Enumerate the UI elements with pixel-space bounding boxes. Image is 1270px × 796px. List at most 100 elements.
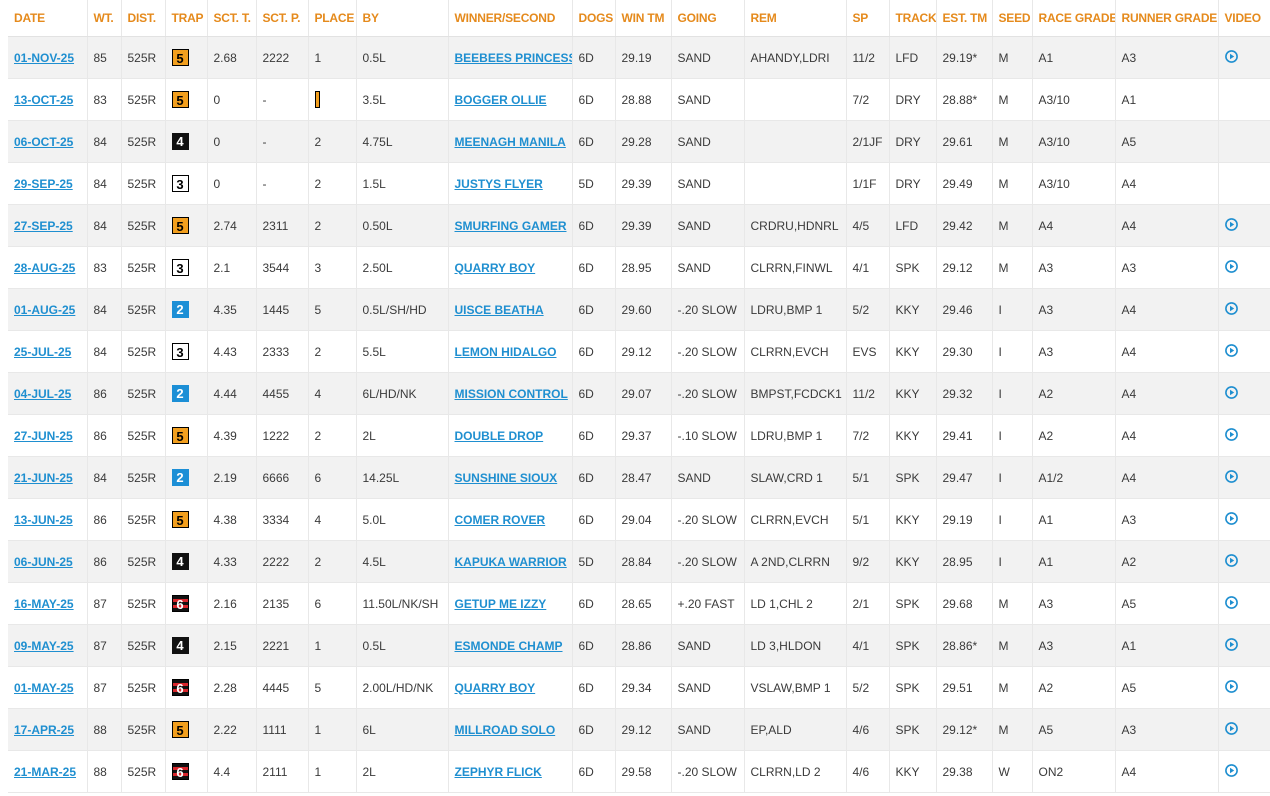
play-video-icon[interactable] — [1224, 679, 1238, 696]
cell-wt: 84 — [86, 330, 121, 373]
cell-win-tm: 28.86 — [614, 624, 671, 667]
play-video-icon[interactable] — [1224, 259, 1238, 276]
winner-link[interactable]: ESMONDE CHAMP — [455, 639, 563, 653]
cell-win-tm: 29.39 — [614, 162, 671, 205]
cell-by: 3.5L — [355, 78, 448, 121]
cell-wt: 84 — [86, 288, 121, 331]
play-video-icon[interactable] — [1224, 217, 1238, 234]
winner-link[interactable]: QUARRY BOY — [455, 681, 536, 695]
cell-track: SPK — [888, 456, 936, 499]
race-date-link[interactable]: 04-JUL-25 — [14, 387, 71, 401]
column-header-place: PLACE — [307, 0, 356, 37]
winner-link[interactable]: BOGGER OLLIE — [455, 93, 547, 107]
cell-rem — [743, 162, 846, 205]
cell-race-grade: A3 — [1031, 288, 1115, 331]
play-video-icon[interactable] — [1224, 469, 1238, 486]
cell-track: DRY — [888, 120, 936, 163]
cell-est-tm: 29.30 — [935, 330, 992, 373]
winner-link[interactable]: SUNSHINE SIOUX — [455, 471, 558, 485]
cell-race-grade: A3 — [1031, 246, 1115, 289]
race-date-link[interactable]: 28-AUG-25 — [14, 261, 75, 275]
cell-going: SAND — [670, 456, 744, 499]
cell-video — [1217, 750, 1270, 793]
cell-winner: SUNSHINE SIOUX — [447, 456, 572, 499]
race-date-link[interactable]: 06-OCT-25 — [14, 135, 73, 149]
race-date-link[interactable]: 27-SEP-25 — [14, 219, 73, 233]
race-date-link[interactable]: 13-JUN-25 — [14, 513, 73, 527]
cell-rem — [743, 120, 846, 163]
cell-est-tm: 28.88* — [935, 78, 992, 121]
cell-going: SAND — [670, 120, 744, 163]
play-video-icon[interactable] — [1224, 301, 1238, 318]
cell-video — [1217, 204, 1270, 247]
column-header-runner-grade: RUNNER GRADE — [1114, 0, 1218, 37]
table-row: 01-NOV-25 85 525R 5 2.68 2222 1 0.5L BEEBEES PRI… — [8, 36, 1270, 79]
cell-sct-p: 2333 — [255, 330, 308, 373]
cell-sct-p: - — [255, 78, 308, 121]
cell-win-tm: 29.07 — [614, 372, 671, 415]
cell-by: 0.50L — [355, 204, 448, 247]
cell-rem: CLRRN,FINWL — [743, 246, 846, 289]
table-row: 04-JUL-25 86 525R 2 4.44 4455 4 6L/HD/NK MISSION… — [8, 372, 1270, 415]
play-video-icon[interactable] — [1224, 49, 1238, 66]
play-video-icon[interactable] — [1224, 721, 1238, 738]
race-date-link[interactable]: 29-SEP-25 — [14, 177, 73, 191]
play-video-icon[interactable] — [1224, 511, 1238, 528]
cell-date: 01-AUG-25 — [8, 288, 87, 331]
winner-link[interactable]: JUSTYS FLYER — [455, 177, 543, 191]
winner-link[interactable]: COMER ROVER — [455, 513, 546, 527]
play-video-icon[interactable] — [1224, 763, 1238, 780]
winner-link[interactable]: SMURFING GAMER — [455, 219, 567, 233]
play-video-icon[interactable] — [1224, 343, 1238, 360]
winner-link[interactable]: BEEBEES PRINCESS — [455, 51, 573, 65]
winner-link[interactable]: LEMON HIDALGO — [455, 345, 557, 359]
winner-link[interactable]: MILLROAD SOLO — [455, 723, 556, 737]
cell-rem: EP,ALD — [743, 708, 846, 751]
race-date-link[interactable]: 16-MAY-25 — [14, 597, 74, 611]
play-video-icon[interactable] — [1224, 553, 1238, 570]
race-date-link[interactable]: 01-NOV-25 — [14, 51, 74, 65]
cell-video — [1217, 414, 1270, 457]
race-date-link[interactable]: 27-JUN-25 — [14, 429, 73, 443]
cell-est-tm: 29.61 — [935, 120, 992, 163]
cell-seed: M — [991, 204, 1032, 247]
play-video-icon[interactable] — [1224, 595, 1238, 612]
race-date-link[interactable]: 21-JUN-25 — [14, 471, 73, 485]
cell-wt: 84 — [86, 120, 121, 163]
winner-link[interactable]: DOUBLE DROP — [455, 429, 544, 443]
play-video-icon[interactable] — [1224, 637, 1238, 654]
winner-link[interactable]: KAPUKA WARRIOR — [455, 555, 567, 569]
cell-rem: LD 1,CHL 2 — [743, 582, 846, 625]
cell-date: 27-JUN-25 — [8, 414, 87, 457]
column-header-by: BY — [355, 0, 448, 37]
race-date-link[interactable]: 13-OCT-25 — [14, 93, 73, 107]
winner-link[interactable]: QUARRY BOY — [455, 261, 536, 275]
race-date-link[interactable]: 01-MAY-25 — [14, 681, 74, 695]
cell-sp: 2/1 — [845, 582, 889, 625]
winner-link[interactable]: UISCE BEATHA — [455, 303, 544, 317]
cell-sct-t: 2.1 — [206, 246, 256, 289]
cell-video — [1217, 372, 1270, 415]
winner-link[interactable]: ZEPHYR FLICK — [455, 765, 542, 779]
cell-win-tm: 29.12 — [614, 330, 671, 373]
table-row: 21-MAR-25 88 525R 6 4.4 2111 1 2L ZEPHYR FLICK 6D… — [8, 750, 1270, 793]
winner-link[interactable]: MEENAGH MANILA — [455, 135, 566, 149]
play-video-icon[interactable] — [1224, 427, 1238, 444]
race-date-link[interactable]: 09-MAY-25 — [14, 639, 74, 653]
play-video-icon[interactable] — [1224, 385, 1238, 402]
race-date-link[interactable]: 25-JUL-25 — [14, 345, 71, 359]
race-date-link[interactable]: 01-AUG-25 — [14, 303, 75, 317]
winner-link[interactable]: MISSION CONTROL — [455, 387, 568, 401]
race-date-link[interactable]: 06-JUN-25 — [14, 555, 73, 569]
cell-seed: I — [991, 540, 1032, 583]
cell-runner-grade: A1 — [1114, 78, 1218, 121]
cell-dist: 525R — [120, 498, 165, 541]
cell-sct-t: 2.68 — [206, 36, 256, 79]
race-date-link[interactable]: 17-APR-25 — [14, 723, 74, 737]
cell-place — [307, 78, 356, 121]
cell-place: 1 — [307, 36, 356, 79]
cell-sp: 5/1 — [845, 498, 889, 541]
winner-link[interactable]: GETUP ME IZZY — [455, 597, 547, 611]
cell-video — [1217, 162, 1270, 205]
race-date-link[interactable]: 21-MAR-25 — [14, 765, 76, 779]
